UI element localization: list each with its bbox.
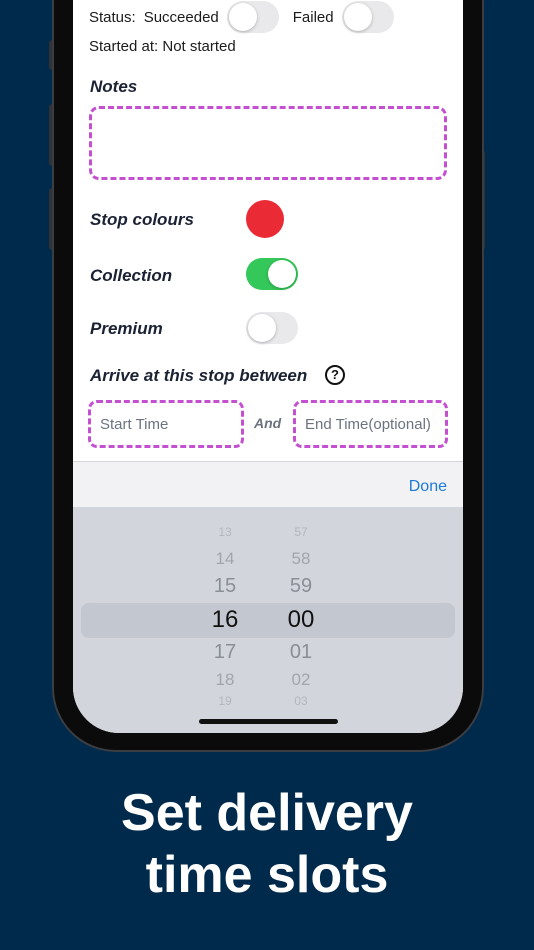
picker-item: 14 xyxy=(215,549,235,568)
toggle-knob xyxy=(343,3,372,31)
picker-item: 15 xyxy=(213,575,237,597)
premium-label: Premium xyxy=(90,319,163,338)
toggle-knob xyxy=(268,260,296,288)
promo-caption: Set delivery time slots xyxy=(0,782,534,906)
collection-toggle[interactable] xyxy=(246,258,298,290)
done-button[interactable]: Done xyxy=(409,478,447,496)
picker-item: 01 xyxy=(289,641,313,663)
picker-item: 19 xyxy=(218,694,232,708)
phone-screen: Status: Succeeded Failed Started at: Not… xyxy=(73,0,463,733)
caption-line-1: Set delivery xyxy=(121,784,413,842)
failed-label: Failed xyxy=(292,8,334,26)
and-label: And xyxy=(254,415,282,431)
stop-colour-swatch[interactable] xyxy=(246,200,284,238)
picker-item: 57 xyxy=(294,525,308,539)
picker-selection-band xyxy=(81,603,455,638)
failed-toggle[interactable] xyxy=(341,1,394,33)
premium-toggle[interactable] xyxy=(246,312,298,344)
picker-toolbar: Done xyxy=(73,461,463,507)
notes-input[interactable] xyxy=(89,106,447,180)
notes-label: Notes xyxy=(90,77,138,96)
picker-item: 18 xyxy=(215,670,235,689)
toggle-knob xyxy=(228,3,257,31)
status-label: Status: xyxy=(89,8,136,26)
picker-item: 03 xyxy=(294,694,308,708)
collection-label: Collection xyxy=(90,266,173,285)
start-time-input[interactable]: Start Time xyxy=(88,400,244,448)
caption-line-2: time slots xyxy=(145,846,389,904)
time-picker[interactable]: 13 14 15 16 17 18 19 57 58 59 00 01 02 0… xyxy=(73,507,463,733)
stop-colours-label: Stop colours xyxy=(90,210,194,229)
succeeded-label: Succeeded xyxy=(143,8,219,26)
started-at-text: Started at: Not started xyxy=(89,38,236,55)
picker-item-selected: 00 xyxy=(287,606,315,633)
picker-item: 59 xyxy=(289,575,313,597)
picker-item: 02 xyxy=(291,670,311,689)
succeeded-toggle[interactable] xyxy=(226,1,279,33)
picker-item-selected: 16 xyxy=(211,606,239,633)
home-indicator[interactable] xyxy=(199,719,338,724)
status-row: Status: Succeeded Failed xyxy=(89,0,447,34)
picker-item: 13 xyxy=(218,525,232,539)
picker-item: 17 xyxy=(213,641,237,663)
arrive-between-label: Arrive at this stop between xyxy=(90,366,308,385)
question-circle-icon[interactable]: ? xyxy=(325,365,345,385)
toggle-knob xyxy=(248,314,276,342)
end-time-input[interactable]: End Time(optional) xyxy=(293,400,448,448)
picker-item: 58 xyxy=(291,549,311,568)
